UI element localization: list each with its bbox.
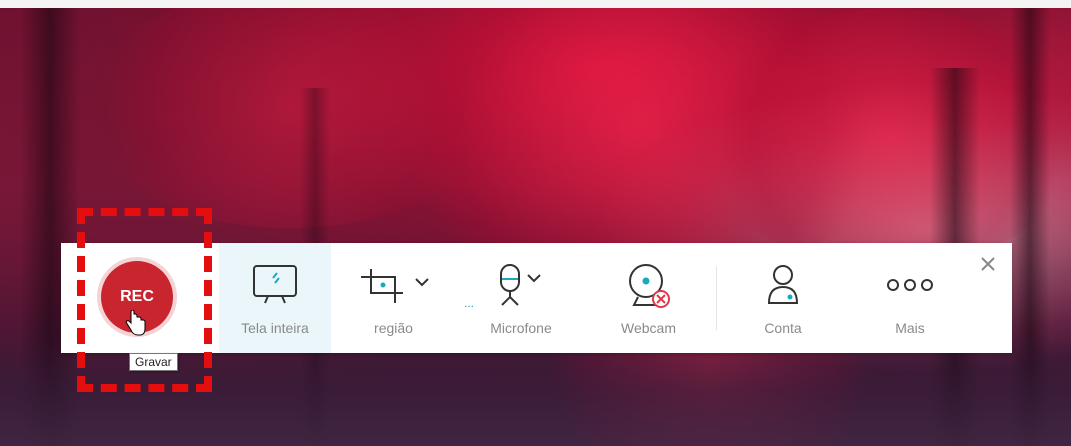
record-tooltip: Gravar bbox=[129, 353, 178, 371]
fullscreen-mode-label: Tela inteira bbox=[241, 320, 309, 336]
more-icon bbox=[845, 261, 975, 311]
webcam-label: Webcam bbox=[621, 320, 676, 336]
webcam-button[interactable]: Webcam bbox=[586, 243, 711, 353]
account-icon bbox=[721, 261, 845, 311]
webcam-off-icon bbox=[586, 261, 711, 311]
close-button[interactable] bbox=[973, 249, 1003, 279]
svg-text:...: ... bbox=[464, 296, 474, 310]
monitor-icon bbox=[219, 261, 331, 311]
crop-region-icon bbox=[331, 261, 456, 311]
chevron-down-icon bbox=[415, 278, 429, 287]
region-mode-button[interactable]: região bbox=[331, 243, 456, 353]
microphone-button[interactable]: ... Microfone bbox=[456, 243, 586, 353]
close-icon bbox=[981, 257, 995, 271]
microphone-label: Microfone bbox=[490, 320, 552, 336]
region-mode-label: região bbox=[374, 320, 413, 336]
account-button[interactable]: Conta bbox=[721, 243, 845, 353]
fullscreen-mode-button[interactable]: Tela inteira bbox=[219, 243, 331, 353]
toolbar-divider bbox=[716, 266, 717, 330]
more-button[interactable]: Mais bbox=[845, 243, 975, 353]
hand-cursor-icon bbox=[124, 309, 146, 338]
account-label: Conta bbox=[764, 320, 802, 336]
microphone-icon: ... bbox=[456, 261, 586, 311]
more-label: Mais bbox=[895, 320, 925, 336]
